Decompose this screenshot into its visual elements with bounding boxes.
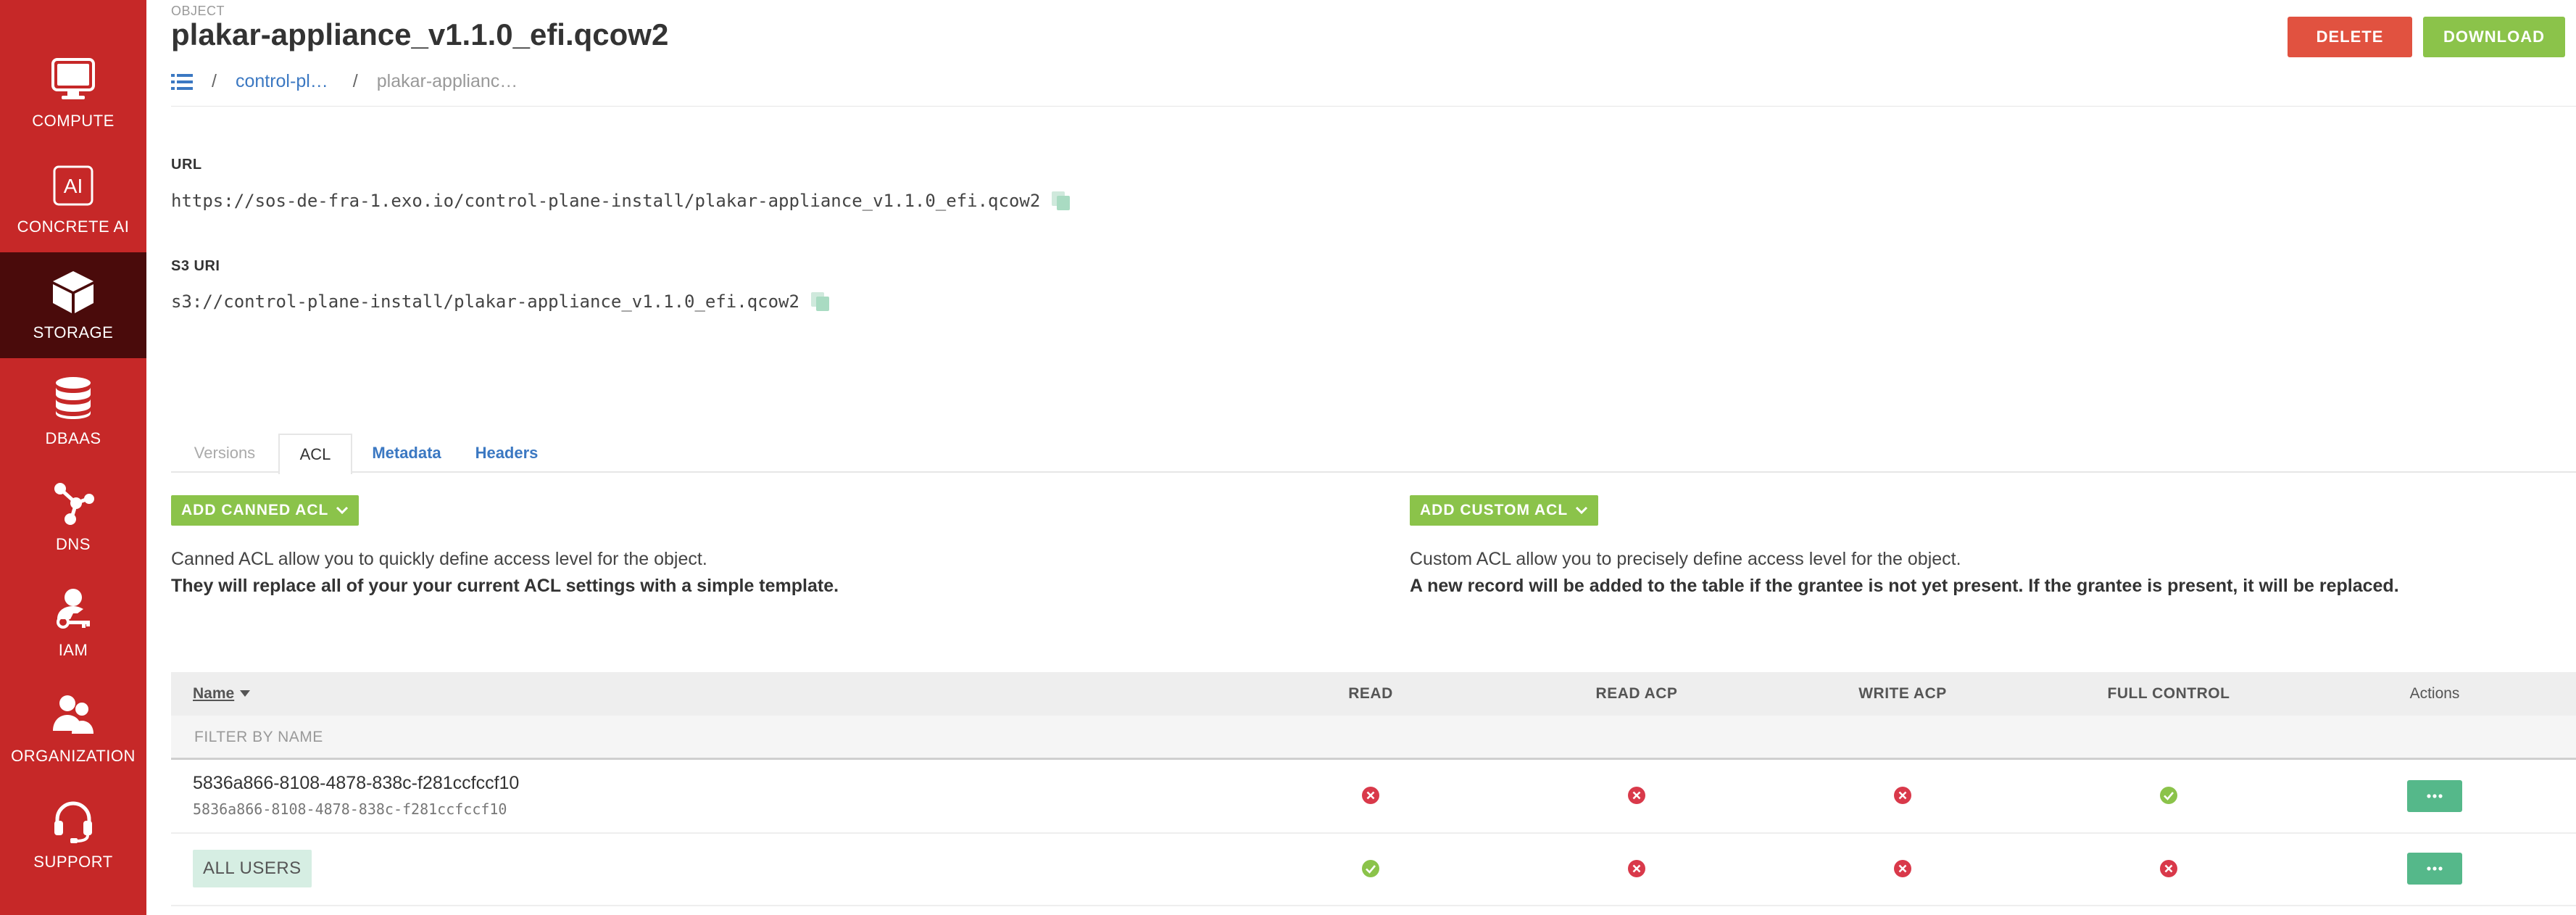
cross-icon xyxy=(1894,787,1911,804)
custom-acl-description: Custom ACL allow you to precisely define… xyxy=(1410,546,2399,600)
url-label: URL xyxy=(171,157,202,173)
table-header: Name READ READ ACP WRITE ACP FULL CONTRO… xyxy=(171,672,2576,716)
tab-bar: Versions ACL Metadata Headers xyxy=(171,434,2576,474)
tab-headers[interactable]: Headers xyxy=(461,434,552,473)
monitor-icon xyxy=(51,58,95,99)
database-icon xyxy=(56,377,91,419)
breadcrumb-separator: / xyxy=(352,71,358,91)
sidebar-item-label: CONCRETE AI xyxy=(17,218,130,236)
sidebar-item-concrete-ai[interactable]: AI CONCRETE AI xyxy=(0,146,146,252)
more-icon xyxy=(2427,866,2443,871)
copy-icon[interactable] xyxy=(1050,190,1072,212)
user-key-icon xyxy=(57,589,90,629)
acl-table: Name READ READ ACP WRITE ACP FULL CONTRO… xyxy=(171,672,2576,906)
table-row: ALL USERS xyxy=(171,834,2576,906)
check-icon xyxy=(2160,787,2177,804)
sidebar-item-dbaas[interactable]: DBAAS xyxy=(0,358,146,464)
sidebar-item-compute[interactable]: COMPUTE xyxy=(0,41,146,146)
tab-versions[interactable]: Versions xyxy=(171,434,278,473)
delete-button[interactable]: DELETE xyxy=(2288,17,2412,57)
sidebar-item-label: IAM xyxy=(58,641,88,659)
check-icon xyxy=(1362,860,1379,877)
divider xyxy=(171,106,2576,107)
add-canned-acl-button[interactable]: ADD CANNED ACL xyxy=(171,495,360,526)
row-actions-button[interactable] xyxy=(2407,780,2462,812)
add-canned-acl-label: ADD CANNED ACL xyxy=(181,502,329,518)
cross-icon xyxy=(1362,787,1379,804)
cross-icon xyxy=(2160,860,2177,877)
column-header-actions: Actions xyxy=(2409,685,2460,702)
more-icon xyxy=(2427,794,2443,798)
column-header-name-label: Name xyxy=(193,685,235,702)
sidebar-item-storage[interactable]: STORAGE xyxy=(0,252,146,358)
sidebar-item-label: STORAGE xyxy=(33,323,114,341)
chevron-down-icon xyxy=(336,506,349,515)
sidebar-item-label: DBAAS xyxy=(45,429,101,447)
cube-icon xyxy=(53,271,94,313)
breadcrumb: / control-pl… / plakar-applianc… xyxy=(171,71,518,92)
column-header-name[interactable]: Name xyxy=(193,672,251,716)
add-custom-acl-button[interactable]: ADD CUSTOM ACL xyxy=(1410,495,1599,526)
url-value: https://sos-de-fra-1.exo.io/control-plan… xyxy=(171,190,1072,212)
grantee-id: 5836a866-8108-4878-838c-f281ccfccf10 xyxy=(193,773,520,793)
tab-metadata[interactable]: Metadata xyxy=(352,434,461,473)
grantee-badge-all-users: ALL USERS xyxy=(193,850,312,887)
sidebar-item-label: COMPUTE xyxy=(32,112,115,130)
sidebar-item-organization[interactable]: ORGANIZATION xyxy=(0,676,146,782)
headset-icon xyxy=(54,801,92,843)
table-row: 5836a866-8108-4878-838c-f281ccfccf10 583… xyxy=(171,760,2576,834)
custom-acl-desc-line2: A new record will be added to the table … xyxy=(1410,576,2399,596)
url-text: https://sos-de-fra-1.exo.io/control-plan… xyxy=(171,191,1041,211)
sidebar-item-support[interactable]: SUPPORT xyxy=(0,782,146,887)
organization-users-icon xyxy=(53,695,94,734)
tab-acl[interactable]: ACL xyxy=(278,434,352,474)
sidebar-item-label: DNS xyxy=(56,535,91,553)
sidebar-item-label: SUPPORT xyxy=(33,853,113,871)
cross-icon xyxy=(1894,860,1911,877)
breadcrumb-separator: / xyxy=(212,71,217,91)
dns-network-icon xyxy=(54,483,94,525)
sidebar: COMPUTE AI CONCRETE AI STORAGE DBAAS DNS… xyxy=(0,0,146,915)
list-icon[interactable] xyxy=(171,73,193,91)
canned-acl-desc-line2: They will replace all of your your curre… xyxy=(171,576,839,596)
sort-down-icon xyxy=(240,690,251,697)
custom-acl-desc-line1: Custom ACL allow you to precisely define… xyxy=(1410,549,1961,569)
filter-row xyxy=(171,716,2576,760)
cross-icon xyxy=(1628,860,1645,877)
s3-uri-text: s3://control-plane-install/plakar-applia… xyxy=(171,291,799,312)
column-header-read: READ xyxy=(1348,685,1393,702)
ai-icon: AI xyxy=(53,165,94,206)
s3-uri-label: S3 URI xyxy=(171,258,220,274)
add-custom-acl-label: ADD CUSTOM ACL xyxy=(1420,502,1569,518)
svg-text:AI: AI xyxy=(64,175,83,197)
column-header-write-acp: WRITE ACP xyxy=(1858,685,1947,702)
breadcrumb-bucket-link[interactable]: control-pl… xyxy=(236,71,328,92)
s3-uri-value: s3://control-plane-install/plakar-applia… xyxy=(171,291,831,312)
page-title: plakar-appliance_v1.1.0_efi.qcow2 xyxy=(171,17,669,51)
canned-acl-description: Canned ACL allow you to quickly define a… xyxy=(171,546,839,600)
canned-acl-desc-line1: Canned ACL allow you to quickly define a… xyxy=(171,549,707,569)
object-type-label: OBJECT xyxy=(171,4,225,18)
column-header-read-acp: READ ACP xyxy=(1595,685,1678,702)
sidebar-item-label: ORGANIZATION xyxy=(11,747,136,765)
cross-icon xyxy=(1628,787,1645,804)
grantee-id-mono: 5836a866-8108-4878-838c-f281ccfccf10 xyxy=(193,800,507,818)
chevron-down-icon xyxy=(1576,506,1588,515)
download-button[interactable]: DOWNLOAD xyxy=(2423,17,2565,57)
row-actions-button[interactable] xyxy=(2407,853,2462,885)
sidebar-item-dns[interactable]: DNS xyxy=(0,464,146,570)
filter-by-name-input[interactable] xyxy=(193,716,1065,759)
breadcrumb-current: plakar-applianc… xyxy=(376,71,518,91)
copy-icon[interactable] xyxy=(810,291,831,312)
main-content: OBJECT plakar-appliance_v1.1.0_efi.qcow2… xyxy=(146,0,2576,915)
column-header-full-control: FULL CONTROL xyxy=(2107,685,2230,702)
sidebar-item-iam[interactable]: IAM xyxy=(0,570,146,676)
